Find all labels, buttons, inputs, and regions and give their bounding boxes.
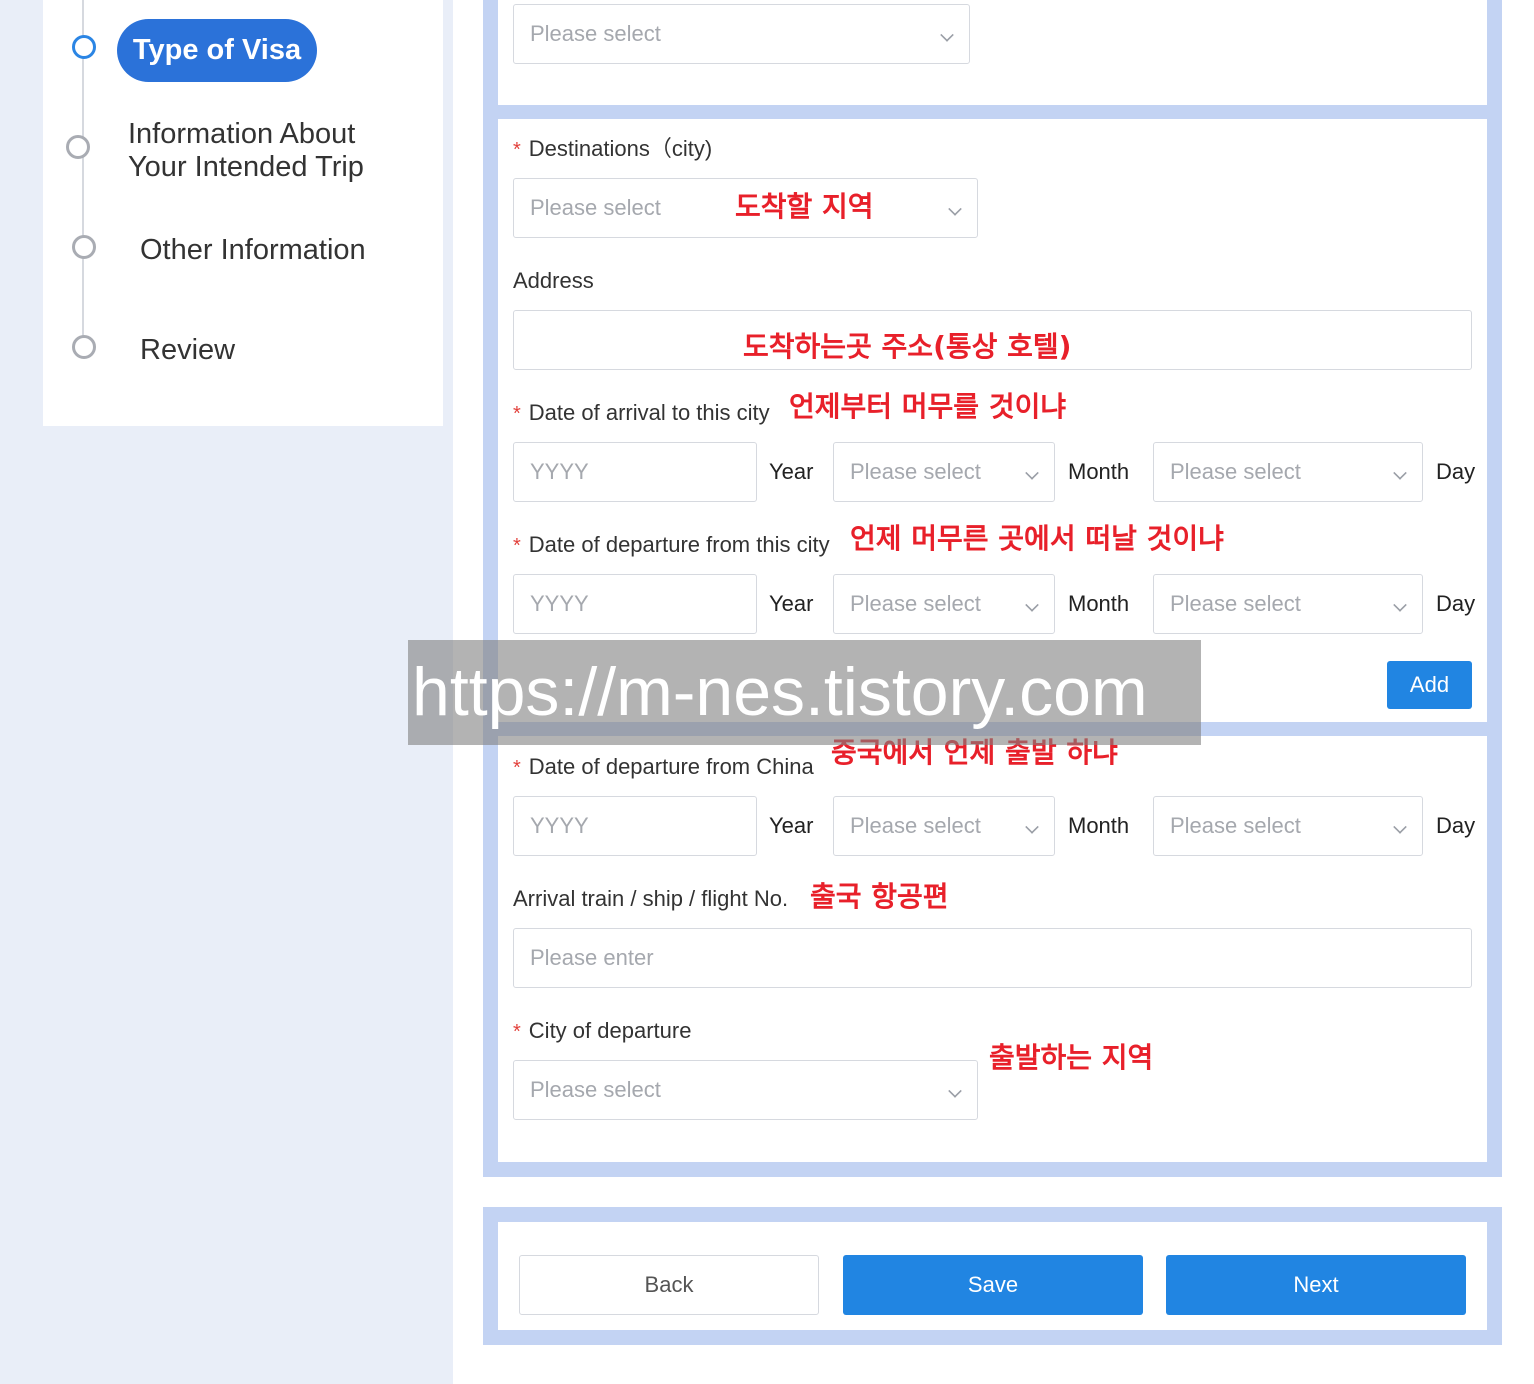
chevron-down-icon [1025, 466, 1039, 480]
step-review[interactable]: Review [140, 334, 235, 367]
departure-china-day-placeholder: Please select [1170, 813, 1301, 838]
chevron-down-icon [1025, 598, 1039, 612]
save-button[interactable]: Save [843, 1255, 1143, 1315]
departure-china-month-placeholder: Please select [850, 813, 981, 838]
step-type-of-visa[interactable]: Type of Visa [117, 19, 317, 82]
add-destination-button[interactable]: Add [1387, 661, 1472, 709]
watermark-url: https://m-nes.tistory.com [408, 640, 1201, 745]
departure-city-date-label-text: Date of departure from this city [528, 532, 830, 557]
departure-city-day-placeholder: Please select [1170, 591, 1301, 616]
arrival-day-select[interactable]: Please select [1153, 442, 1423, 502]
chevron-down-icon [1025, 820, 1039, 834]
step-intended-trip[interactable]: Information About Your Intended Trip [128, 118, 364, 184]
step-other-information[interactable]: Other Information [140, 234, 366, 267]
departure-city-month-select[interactable]: Please select [833, 574, 1055, 634]
next-button[interactable]: Next [1166, 1255, 1466, 1315]
arrival-month-placeholder: Please select [850, 459, 981, 484]
arrival-day-unit: Day [1436, 459, 1476, 484]
chevron-down-icon [1393, 820, 1407, 834]
required-marker: * [513, 1021, 521, 1043]
step-intended-trip-line1: Information About [128, 118, 356, 150]
annotation-departure-city-date: 언제 머무른 곳에서 떠날 것이냐 [850, 522, 1224, 555]
step-dot [72, 335, 96, 359]
chevron-down-icon [1393, 466, 1407, 480]
departure-china-label-text: Date of departure from China [528, 754, 814, 779]
departure-city-year-input[interactable]: YYYY [513, 574, 757, 634]
step-intended-trip-line2: Your Intended Trip [128, 151, 364, 183]
chevron-down-icon [948, 1084, 962, 1098]
back-button[interactable]: Back [519, 1255, 819, 1315]
arrival-day-placeholder: Please select [1170, 459, 1301, 484]
arrival-year-input[interactable]: YYYY [513, 442, 757, 502]
departure-china-label: * Date of departure from China [513, 754, 814, 781]
arrival-month-select[interactable]: Please select [833, 442, 1055, 502]
chevron-down-icon [940, 28, 954, 42]
annotation-city-departure: 출발하는 지역 [989, 1041, 1154, 1074]
required-marker: * [513, 403, 521, 425]
destinations-label-text: Destinations（city) [528, 136, 713, 161]
city-departure-label: * City of departure [513, 1018, 691, 1045]
city-departure-placeholder: Please select [530, 1077, 661, 1102]
departure-china-year-input[interactable]: YYYY [513, 796, 757, 856]
annotation-destinations: 도착할 지역 [735, 190, 874, 223]
arrival-date-label-text: Date of arrival to this city [528, 400, 770, 425]
flight-number-label: Arrival train / ship / flight No. [513, 886, 789, 911]
required-marker: * [513, 757, 521, 779]
top-select-placeholder: Please select [530, 21, 661, 46]
top-select[interactable]: Please select [513, 4, 970, 64]
annotation-address: 도착하는곳 주소(통상 호텔) [743, 330, 1072, 363]
required-marker: * [513, 535, 521, 557]
address-label: Address [513, 268, 594, 293]
destinations-label: * Destinations（city) [513, 136, 712, 163]
departure-china-year-unit: Year [769, 813, 814, 838]
flight-number-input[interactable]: Please enter [513, 928, 1472, 988]
departure-china-day-select[interactable]: Please select [1153, 796, 1423, 856]
departure-china-month-select[interactable]: Please select [833, 796, 1055, 856]
departure-city-day-unit: Day [1436, 591, 1476, 616]
annotation-arrival-date: 언제부터 머무를 것이냐 [789, 390, 1067, 423]
departure-china-day-unit: Day [1436, 813, 1476, 838]
departure-city-year-placeholder: YYYY [530, 591, 589, 616]
arrival-month-unit: Month [1068, 459, 1130, 484]
arrival-year-placeholder: YYYY [530, 459, 589, 484]
city-departure-label-text: City of departure [528, 1018, 692, 1043]
flight-number-placeholder: Please enter [530, 945, 654, 970]
required-marker: * [513, 139, 521, 161]
departure-city-month-placeholder: Please select [850, 591, 981, 616]
departure-city-date-label: * Date of departure from this city [513, 532, 830, 559]
arrival-date-label: * Date of arrival to this city [513, 400, 770, 427]
city-departure-select[interactable]: Please select [513, 1060, 978, 1120]
chevron-down-icon [1393, 598, 1407, 612]
step-dot [72, 235, 96, 259]
departure-city-month-unit: Month [1068, 591, 1130, 616]
step-dot-active [72, 35, 96, 59]
departure-city-day-select[interactable]: Please select [1153, 574, 1423, 634]
arrival-year-unit: Year [769, 459, 814, 484]
departure-china-month-unit: Month [1068, 813, 1130, 838]
chevron-down-icon [948, 202, 962, 216]
destinations-placeholder: Please select [530, 195, 661, 220]
step-dot [66, 135, 90, 159]
annotation-flight: 출국 항공편 [810, 880, 949, 913]
departure-china-year-placeholder: YYYY [530, 813, 589, 838]
step-navigator: Type of Visa Information About Your Inte… [43, 0, 443, 426]
departure-city-year-unit: Year [769, 591, 814, 616]
